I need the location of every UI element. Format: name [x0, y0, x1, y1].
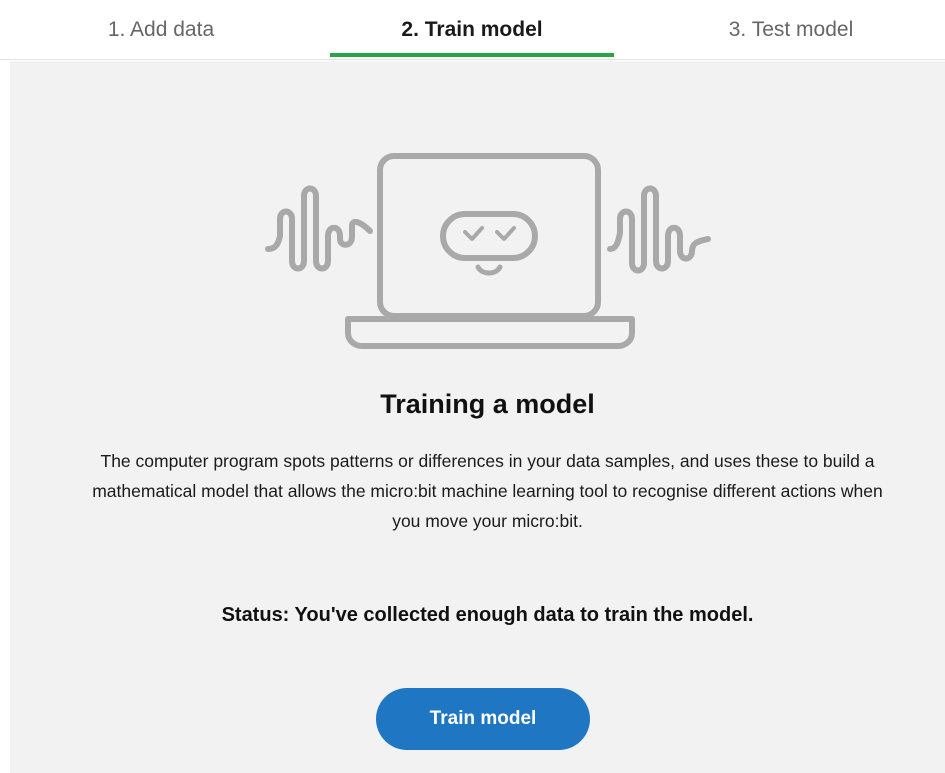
ml-tool-app: 1. Add data 2. Train model 3. Test model	[0, 0, 945, 773]
page-heading: Training a model	[380, 389, 595, 419]
train-model-panel: Training a model The computer program sp…	[10, 61, 945, 773]
tab-train-model[interactable]: 2. Train model	[330, 0, 614, 59]
train-model-button[interactable]: Train model	[376, 688, 590, 750]
tab-add-data[interactable]: 1. Add data	[20, 0, 302, 59]
tab-test-model[interactable]: 3. Test model	[650, 0, 932, 59]
description-text: The computer program spots patterns or d…	[92, 451, 883, 531]
status-text: Status: You've collected enough data to …	[221, 604, 754, 626]
step-tabs: 1. Add data 2. Train model 3. Test model	[0, 0, 945, 60]
active-tab-indicator	[330, 53, 614, 57]
laptop-with-microbit-face-and-waves-icon	[265, 153, 711, 349]
